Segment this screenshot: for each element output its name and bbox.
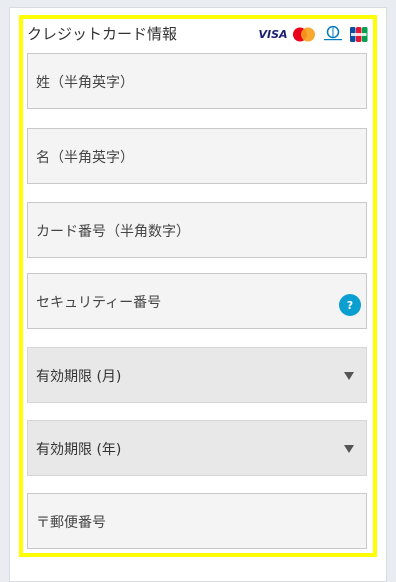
last-name-placeholder: 姓（半角英字）	[36, 75, 134, 91]
first-name-input[interactable]: 名（半角英字）	[27, 128, 367, 184]
security-code-placeholder: セキュリティー番号	[36, 295, 162, 311]
expiry-year-label: 有効期限 (年)	[36, 442, 122, 458]
diners-club-logo-icon	[321, 26, 345, 42]
dropdown-arrow-icon	[344, 445, 354, 453]
expiry-year-select[interactable]: 有効期限 (年)	[27, 420, 367, 476]
postal-code-placeholder: 〒郵便番号	[36, 515, 106, 531]
expiry-month-label: 有効期限 (月)	[36, 369, 122, 385]
last-name-input[interactable]: 姓（半角英字）	[27, 53, 367, 109]
help-question-icon[interactable]: ?	[339, 294, 361, 316]
section-title: クレジットカード情報	[27, 25, 178, 43]
first-name-placeholder: 名（半角英字）	[36, 150, 134, 166]
jcb-logo-icon	[350, 26, 368, 42]
security-code-input[interactable]: セキュリティー番号 ?	[27, 273, 367, 329]
card-number-input[interactable]: カード番号（半角数字）	[27, 202, 367, 258]
expiry-month-select[interactable]: 有効期限 (月)	[27, 347, 367, 403]
card-info-header: クレジットカード情報 VISA	[27, 19, 371, 49]
postal-code-input[interactable]: 〒郵便番号	[27, 493, 367, 549]
dropdown-arrow-icon	[344, 372, 354, 380]
card-brand-logos: VISA	[258, 26, 368, 42]
visa-logo-icon: VISA	[258, 27, 288, 41]
card-number-placeholder: カード番号（半角数字）	[36, 224, 190, 240]
mastercard-logo-icon	[292, 27, 316, 42]
